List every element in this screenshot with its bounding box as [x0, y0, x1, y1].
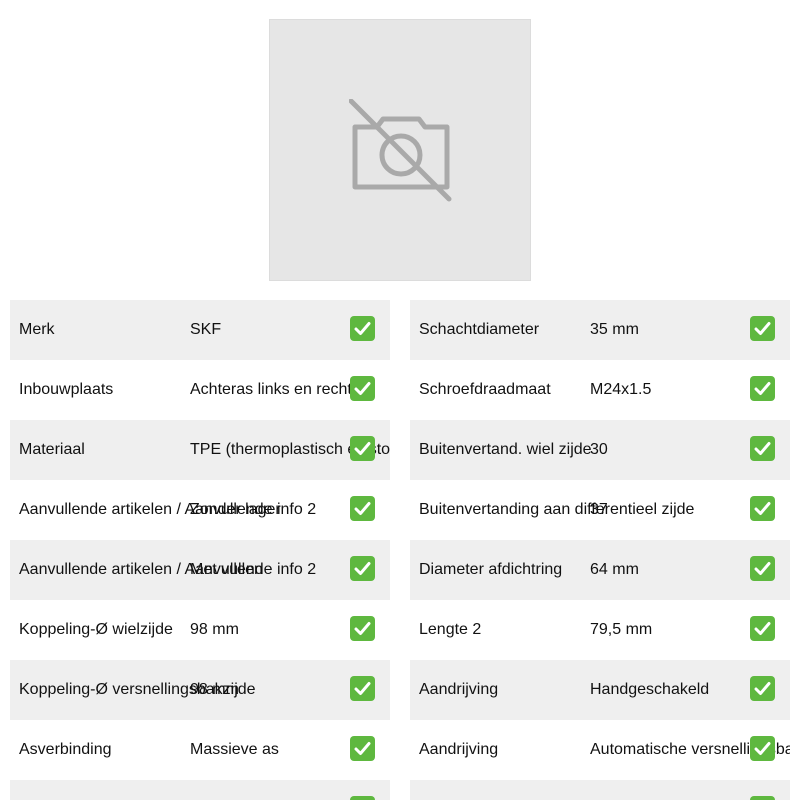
- spec-value: SKF: [190, 321, 222, 338]
- spec-label: Koppeling-Ø wielzijde: [19, 621, 173, 638]
- spec-row: [10, 780, 390, 800]
- spec-table-right: Schachtdiameter 35 mm Schroefdraadmaat M…: [410, 300, 790, 800]
- check-icon: [350, 736, 375, 761]
- spec-label: Merk: [19, 321, 55, 338]
- check-icon: [350, 436, 375, 461]
- spec-row: Aandrijving Handgeschakeld: [410, 660, 790, 720]
- spec-value: Met vullen: [190, 561, 263, 578]
- spec-value: Massieve as: [190, 741, 279, 758]
- check-icon: [350, 316, 375, 341]
- spec-row: Diameter afdichtring 64 mm: [410, 540, 790, 600]
- check-icon: [750, 556, 775, 581]
- spec-row: [410, 780, 790, 800]
- check-icon: [750, 436, 775, 461]
- spec-label: Diameter afdichtring: [419, 561, 563, 578]
- check-icon: [350, 796, 375, 800]
- spec-row: Koppeling-Ø versnellingsbakzijde 98 mm: [10, 660, 390, 720]
- check-icon: [350, 376, 375, 401]
- spec-label: Aandrijving: [419, 681, 499, 698]
- spec-value: 79,5 mm: [590, 621, 653, 638]
- spec-label: Schachtdiameter: [419, 321, 540, 338]
- check-icon: [750, 736, 775, 761]
- check-icon: [750, 616, 775, 641]
- check-icon: [350, 496, 375, 521]
- spec-value: 37: [590, 501, 608, 518]
- spec-label: Lengte 2: [419, 621, 482, 638]
- spec-value: Zonder lager: [190, 501, 281, 518]
- spec-table-left: Merk SKF Inbouwplaats Achteras links en …: [10, 300, 390, 800]
- spec-value: Handgeschakeld: [590, 681, 710, 698]
- check-icon: [350, 676, 375, 701]
- spec-label: Inbouwplaats: [19, 381, 114, 398]
- spec-row: Inbouwplaats Achteras links en rechts: [10, 360, 390, 420]
- spec-label: Buitenvertand. wiel zijde: [419, 441, 592, 458]
- check-icon: [350, 616, 375, 641]
- spec-row: Buitenvertanding aan differentieel zijde…: [410, 480, 790, 540]
- check-icon: [350, 556, 375, 581]
- spec-value: 98 mm: [190, 621, 239, 638]
- spec-value: M24x1.5: [590, 381, 652, 398]
- spec-value: 35 mm: [590, 321, 639, 338]
- check-icon: [750, 376, 775, 401]
- spec-row: Schachtdiameter 35 mm: [410, 300, 790, 360]
- spec-label: Aanvullende artikelen / Aanvullende info…: [19, 561, 317, 578]
- spec-row: Schroefdraadmaat M24x1.5: [410, 360, 790, 420]
- spec-row: Aandrijving Automatische versnellingsbak: [410, 720, 790, 780]
- spec-row: Materiaal TPE (thermoplastisch elastomee…: [10, 420, 390, 480]
- spec-value: Achteras links en rechts: [190, 381, 360, 398]
- spec-label: Aandrijving: [419, 741, 499, 758]
- check-icon: [750, 496, 775, 521]
- check-icon: [750, 316, 775, 341]
- spec-label: Asverbinding: [19, 741, 112, 758]
- spec-label: Materiaal: [19, 441, 85, 458]
- spec-label: Schroefdraadmaat: [419, 381, 551, 398]
- spec-row: Aanvullende artikelen / Aanvullende info…: [10, 540, 390, 600]
- spec-value: 30: [590, 441, 608, 458]
- spec-row: Aanvullende artikelen / Aanvullende info…: [10, 480, 390, 540]
- product-image-placeholder: [269, 19, 531, 281]
- product-page: Merk SKF Inbouwplaats Achteras links en …: [0, 0, 800, 800]
- spec-value: 98 mm: [190, 681, 239, 698]
- spec-row: Buitenvertand. wiel zijde 30: [410, 420, 790, 480]
- spec-row: Koppeling-Ø wielzijde 98 mm: [10, 600, 390, 660]
- check-icon: [750, 676, 775, 701]
- spec-row: Lengte 2 79,5 mm: [410, 600, 790, 660]
- spec-row: Merk SKF: [10, 300, 390, 360]
- check-icon: [750, 796, 775, 800]
- spec-value: 64 mm: [590, 561, 639, 578]
- spec-row: Asverbinding Massieve as: [10, 720, 390, 780]
- spec-label: Buitenvertanding aan differentieel zijde: [419, 501, 695, 518]
- no-photo-icon: [349, 99, 452, 202]
